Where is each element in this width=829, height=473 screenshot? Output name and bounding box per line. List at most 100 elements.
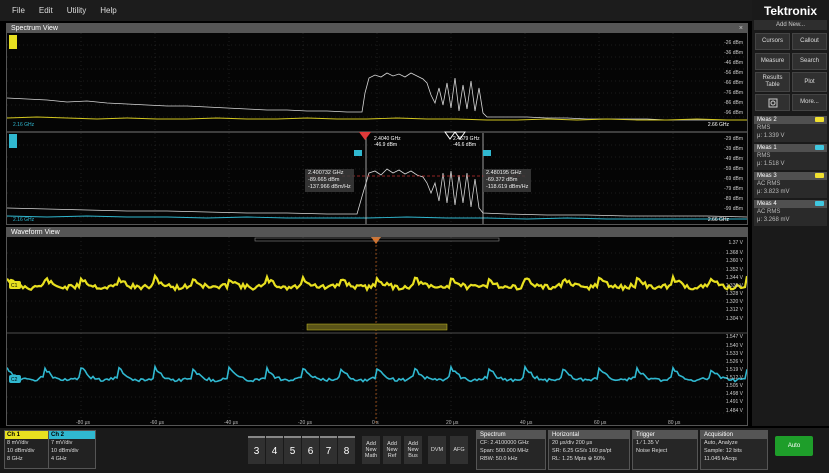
channel-8-button[interactable]: 8	[338, 436, 355, 464]
search-button[interactable]: Search	[792, 53, 827, 70]
rbw: RBW: 50.0 kHz	[480, 456, 518, 462]
right-panel: Tektronix Add New... Cursors Callout Mea…	[752, 0, 829, 426]
volt-label: 1.320 V	[725, 299, 743, 305]
zoom-icon-button[interactable]	[755, 94, 790, 111]
menu-help[interactable]: Help	[100, 6, 116, 15]
menu-utility[interactable]: Utility	[67, 6, 87, 15]
time-label: -60 μs	[150, 420, 164, 426]
channel-7-button[interactable]: 7	[320, 436, 337, 464]
spectrum-view[interactable]: Spectrum View × -26 dBm -36 dBm -46 dBm …	[6, 23, 748, 225]
time-label: 40 μs	[520, 420, 533, 426]
meas-title: Meas 1	[757, 145, 777, 151]
ch2-scale: 7 mV/div	[51, 440, 73, 446]
menu-edit[interactable]: Edit	[39, 6, 53, 15]
readout-b-level: -69.372 dBm	[486, 177, 518, 183]
add-math-button[interactable]: Add New Math	[362, 436, 380, 464]
afg-button[interactable]: AFG	[450, 436, 468, 464]
callout-button[interactable]: Callout	[792, 33, 827, 50]
results-table-button[interactable]: Results Table	[755, 72, 790, 92]
meas-1-badge[interactable]: Meas 1 RMS μ: 1.518 V	[754, 144, 827, 170]
time-label: -20 μs	[298, 420, 312, 426]
menu-file[interactable]: File	[12, 6, 25, 15]
time-label: -80 μs	[76, 420, 90, 426]
horizontal-badge[interactable]: Horizontal 20 μs/div 200 μs SR: 6.25 GS/…	[548, 430, 630, 470]
trigger-level: 1 ⁄ 1.35 V	[636, 440, 659, 446]
dbm-label: -66 dBm	[724, 80, 743, 86]
add-bus-button[interactable]: Add New Bus	[404, 436, 422, 464]
meas-4-badge[interactable]: Meas 4 AC RMS μ: 3.268 mV	[754, 200, 827, 226]
readout-a-level: -89.665 dBm	[308, 177, 340, 183]
spectrum-settings-badge[interactable]: Spectrum CF: 2.4100000 GHz Span: 500.000…	[476, 430, 546, 470]
measure-button[interactable]: Measure	[755, 53, 790, 70]
acquisition-badge[interactable]: Acquisition Auto, Analyze Sample: 12 bit…	[700, 430, 768, 470]
volt-label: 1.484 V	[725, 408, 743, 414]
marker-1-triangle-icon[interactable]	[359, 132, 371, 140]
volt-label: 1.498 V	[725, 391, 743, 397]
volt-label: 1.344 V	[725, 275, 743, 281]
meas-kind: AC RMS	[757, 209, 781, 215]
meas-value: μ: 1.339 V	[757, 133, 785, 139]
ch1-bandwidth: 8 GHz	[7, 456, 23, 462]
volt-label: 1.336 V	[725, 283, 743, 289]
ch1-spectrum-indicator[interactable]	[9, 35, 17, 49]
volt-label: 1.368 V	[725, 250, 743, 256]
meas-3-badge[interactable]: Meas 3 AC RMS μ: 3.823 mV	[754, 172, 827, 198]
ch1-badge[interactable]: Ch 1 8 mV/div 10 dBm/div 8 GHz	[4, 430, 52, 469]
trigger-badge[interactable]: Trigger 1 ⁄ 1.35 V Noise Reject	[632, 430, 698, 470]
zoom-icon	[768, 98, 777, 107]
dbm-label: -79 dBm	[724, 186, 743, 192]
settings-bar: Ch 1 8 mV/div 10 dBm/div 8 GHz Ch 2 7 mV…	[0, 428, 829, 473]
spectrum-plot	[7, 33, 747, 224]
ch2-spectrum-scale: 10 dBm/div	[51, 448, 79, 454]
freq-start-top: 2.16 GHz	[13, 122, 35, 128]
volt-label: 1.491 V	[725, 399, 743, 405]
dbm-label: -39 dBm	[724, 146, 743, 152]
more-button[interactable]: More...	[792, 94, 827, 111]
trigger-mode: Noise Reject	[636, 448, 668, 454]
auto-button[interactable]: Auto	[775, 436, 813, 456]
cursor-readout-a[interactable]: 2.400732 GHz -89.665 dBm -137.966 dBm/Hz	[305, 169, 354, 192]
channel-6-button[interactable]: 6	[302, 436, 319, 464]
waveform-title-label: Waveform View	[11, 229, 60, 236]
ch2-spectrum-indicator[interactable]	[9, 134, 17, 148]
time-label: 0 s	[372, 420, 379, 426]
cursor-tag-a[interactable]	[354, 150, 362, 156]
cursor-tag-b[interactable]	[483, 150, 491, 156]
ch1-spectrum-trace-white	[7, 72, 747, 121]
dvm-button[interactable]: DVM	[428, 436, 446, 464]
time-label: -40 μs	[224, 420, 238, 426]
volt-label: 1.304 V	[725, 316, 743, 322]
channel-5-button[interactable]: 5	[284, 436, 301, 464]
marker-2-level: -46.6 dBm	[453, 142, 477, 148]
brand-logo: Tektronix	[763, 4, 818, 18]
dbm-label: -59 dBm	[724, 166, 743, 172]
add-new-button[interactable]: Add New...	[754, 20, 827, 30]
channel-4-button[interactable]: 4	[266, 436, 283, 464]
volt-label: 1.519 V	[725, 367, 743, 373]
volt-label: 1.328 V	[725, 291, 743, 297]
close-icon[interactable]: ×	[739, 24, 743, 33]
meas-2-badge[interactable]: Meas 2 RMS μ: 1.339 V	[754, 116, 827, 142]
plot-button[interactable]: Plot	[792, 72, 827, 92]
readout-b-freq: 2.480195 GHz	[486, 170, 522, 176]
dbm-label: -26 dBm	[724, 40, 743, 46]
cursor-readout-b[interactable]: 2.480195 GHz -69.372 dBm -118.619 dBm/Hz	[483, 169, 532, 192]
meas-title: Meas 3	[757, 173, 777, 179]
dbm-label: -36 dBm	[724, 50, 743, 56]
acquisition-badge-title: Acquisition	[701, 431, 767, 439]
volt-label: 1.505 V	[725, 383, 743, 389]
waveform-plot: C1 C2	[7, 237, 747, 425]
spectrum-time-gate[interactable]	[306, 323, 448, 331]
dbm-label: -29 dBm	[724, 136, 743, 142]
time-label: 20 μs	[446, 420, 459, 426]
channel-3-button[interactable]: 3	[248, 436, 265, 464]
ch2-badge[interactable]: Ch 2 7 mV/div 10 dBm/div 4 GHz	[48, 430, 96, 469]
cursors-button[interactable]: Cursors	[755, 33, 790, 50]
ch2-bandwidth: 4 GHz	[51, 456, 67, 462]
spectrum-grid	[7, 33, 747, 224]
spectrum-badge-title: Spectrum	[477, 431, 545, 439]
meas-title: Meas 4	[757, 201, 777, 207]
waveform-view[interactable]: Waveform View C1 C2 1.37 V 1.368 V 1.360…	[6, 227, 748, 426]
add-ref-button[interactable]: Add New Ref	[383, 436, 401, 464]
dbm-label: -96 dBm	[724, 110, 743, 116]
